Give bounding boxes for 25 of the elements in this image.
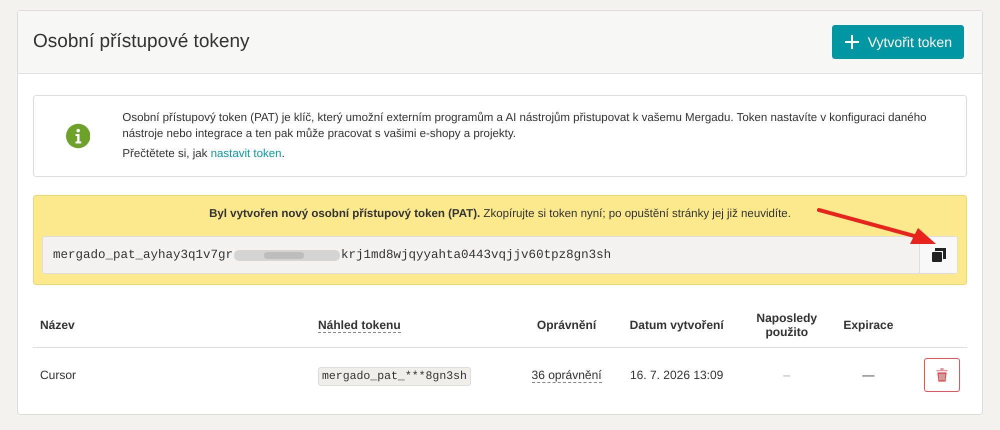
create-token-button[interactable]: Vytvořit token [832,25,964,59]
column-header: Naposledy použito [756,311,818,340]
column-header: Oprávnění [536,318,596,332]
copy-icon [932,248,946,262]
column-header: Náhled tokenu [318,318,401,334]
column-header: Datum vytvoření [630,318,724,332]
info-text: Osobní přístupový token (PAT) je klíč, který umožní externím programům a AI nástrojům přistupovat k vašemu Mergadu. Token nastavíte v konfiguraci daného nástroje nebo integrace a ten pak může pracovat s vašimi e-shopy a projekty. [122,110,928,142]
notice-text: Byl vytvořen nový osobní přístupový token (PAT). Zkopírujte si token nyní; po opuštění stránky jej již neuvidíte. [208,208,792,220]
column-header: Název [40,318,75,332]
expiration-cell: — [830,348,906,402]
created-date-cell: 16. 7. 2026 13:09 [610,348,743,402]
delete-button[interactable] [924,358,960,392]
column-header: Expirace [843,318,894,332]
read-more-text: Přečtětete si, jak nastavit token. [122,147,286,162]
copy-button[interactable] [919,237,957,274]
trash-icon [936,368,948,382]
last-used-cell: – [742,348,831,402]
token-field[interactable]: mergado_pat_ayhay3q1v7gr krj1md8wjqyyahta0443vqjjv60tpz8gn3sh [42,236,958,274]
page-title: Osobní přístupové tokeny [33,31,250,53]
token-text: krj1md8wjqyyahta0443vqjjv60tpz8gn3sh [341,248,612,262]
token-name-cell: Cursor [33,348,314,402]
permissions-link[interactable]: 36 oprávnění [532,368,602,384]
plus-icon [844,34,860,50]
token-preview: mergado_pat_***8gn3sh [318,366,471,386]
token-text: mergado_pat_ayhay3q1v7gr [53,248,234,262]
